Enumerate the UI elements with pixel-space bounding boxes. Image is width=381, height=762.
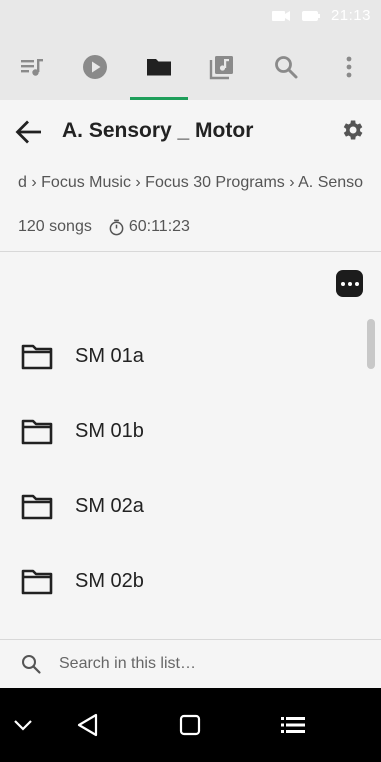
battery-icon <box>301 10 320 21</box>
breadcrumb: d › Focus Music › Focus 30 Programs › A.… <box>18 174 378 192</box>
folder-icon <box>21 494 53 519</box>
list-item[interactable]: SM 02b <box>0 544 360 619</box>
status-icons: 21:13 <box>271 7 371 24</box>
status-time: 21:13 <box>330 7 371 24</box>
status-bar: 21:13 <box>0 0 381 34</box>
search-input[interactable] <box>59 652 359 676</box>
chevron-down-icon[interactable] <box>8 710 38 740</box>
more-vert-icon <box>346 56 352 78</box>
song-count: 120 songs <box>18 218 92 235</box>
breadcrumb-separator: › <box>135 174 141 191</box>
breadcrumb-item[interactable]: A. Senso <box>298 174 363 191</box>
tab-search[interactable] <box>254 34 318 100</box>
total-duration: 60:11:23 <box>128 218 190 235</box>
timer-icon <box>109 219 124 235</box>
tab-folders[interactable] <box>127 34 191 100</box>
page-title: A. Sensory _ Motor <box>62 119 254 142</box>
dot-icon <box>354 281 359 286</box>
breadcrumb-separator: › <box>289 174 295 191</box>
folder-stats: 120 songs 60:11:23 <box>18 218 190 236</box>
search-icon <box>22 655 41 674</box>
tab-now-playing[interactable] <box>64 34 128 100</box>
gear-icon[interactable] <box>339 117 365 143</box>
tab-library[interactable] <box>191 34 255 100</box>
folder-icon <box>21 344 53 369</box>
library-music-icon <box>210 56 234 80</box>
breadcrumb-item[interactable]: Focus Music <box>41 174 131 191</box>
recents-menu-icon[interactable] <box>278 710 308 740</box>
list-search-bar <box>0 640 381 688</box>
list-item[interactable]: SM 01a <box>0 319 360 394</box>
folder-icon <box>21 569 53 594</box>
folder-header: A. Sensory _ Motor <box>0 100 381 162</box>
list-item[interactable]: SM 01b <box>0 394 360 469</box>
folder-icon <box>21 419 53 444</box>
tab-overflow-menu[interactable] <box>318 34 381 100</box>
dot-icon <box>347 281 352 286</box>
folder-name: SM 02a <box>75 495 144 517</box>
search-icon <box>274 56 298 79</box>
play-circle-icon <box>83 55 108 79</box>
dot-icon <box>340 281 345 286</box>
system-navigation-bar <box>0 688 381 762</box>
folder-name: SM 01b <box>75 420 144 442</box>
back-arrow-icon[interactable] <box>14 117 44 147</box>
folder-icon <box>146 59 171 76</box>
video-call-icon <box>271 10 290 21</box>
breadcrumb-item[interactable]: d <box>18 174 27 191</box>
tab-playlists[interactable] <box>0 34 64 100</box>
scrollbar-thumb[interactable] <box>367 319 375 369</box>
top-tab-bar <box>0 34 381 100</box>
folder-name: SM 01a <box>75 345 144 367</box>
breadcrumb-item[interactable]: Focus 30 Programs <box>145 174 285 191</box>
folder-name: SM 02b <box>75 570 144 592</box>
more-options-button[interactable] <box>336 270 363 297</box>
breadcrumb-separator: › <box>31 174 37 191</box>
list-item[interactable]: SM 02a <box>0 469 360 544</box>
home-square-icon[interactable] <box>175 710 205 740</box>
divider <box>0 251 381 252</box>
queue-music-icon <box>20 59 43 76</box>
back-triangle-icon[interactable] <box>73 710 103 740</box>
